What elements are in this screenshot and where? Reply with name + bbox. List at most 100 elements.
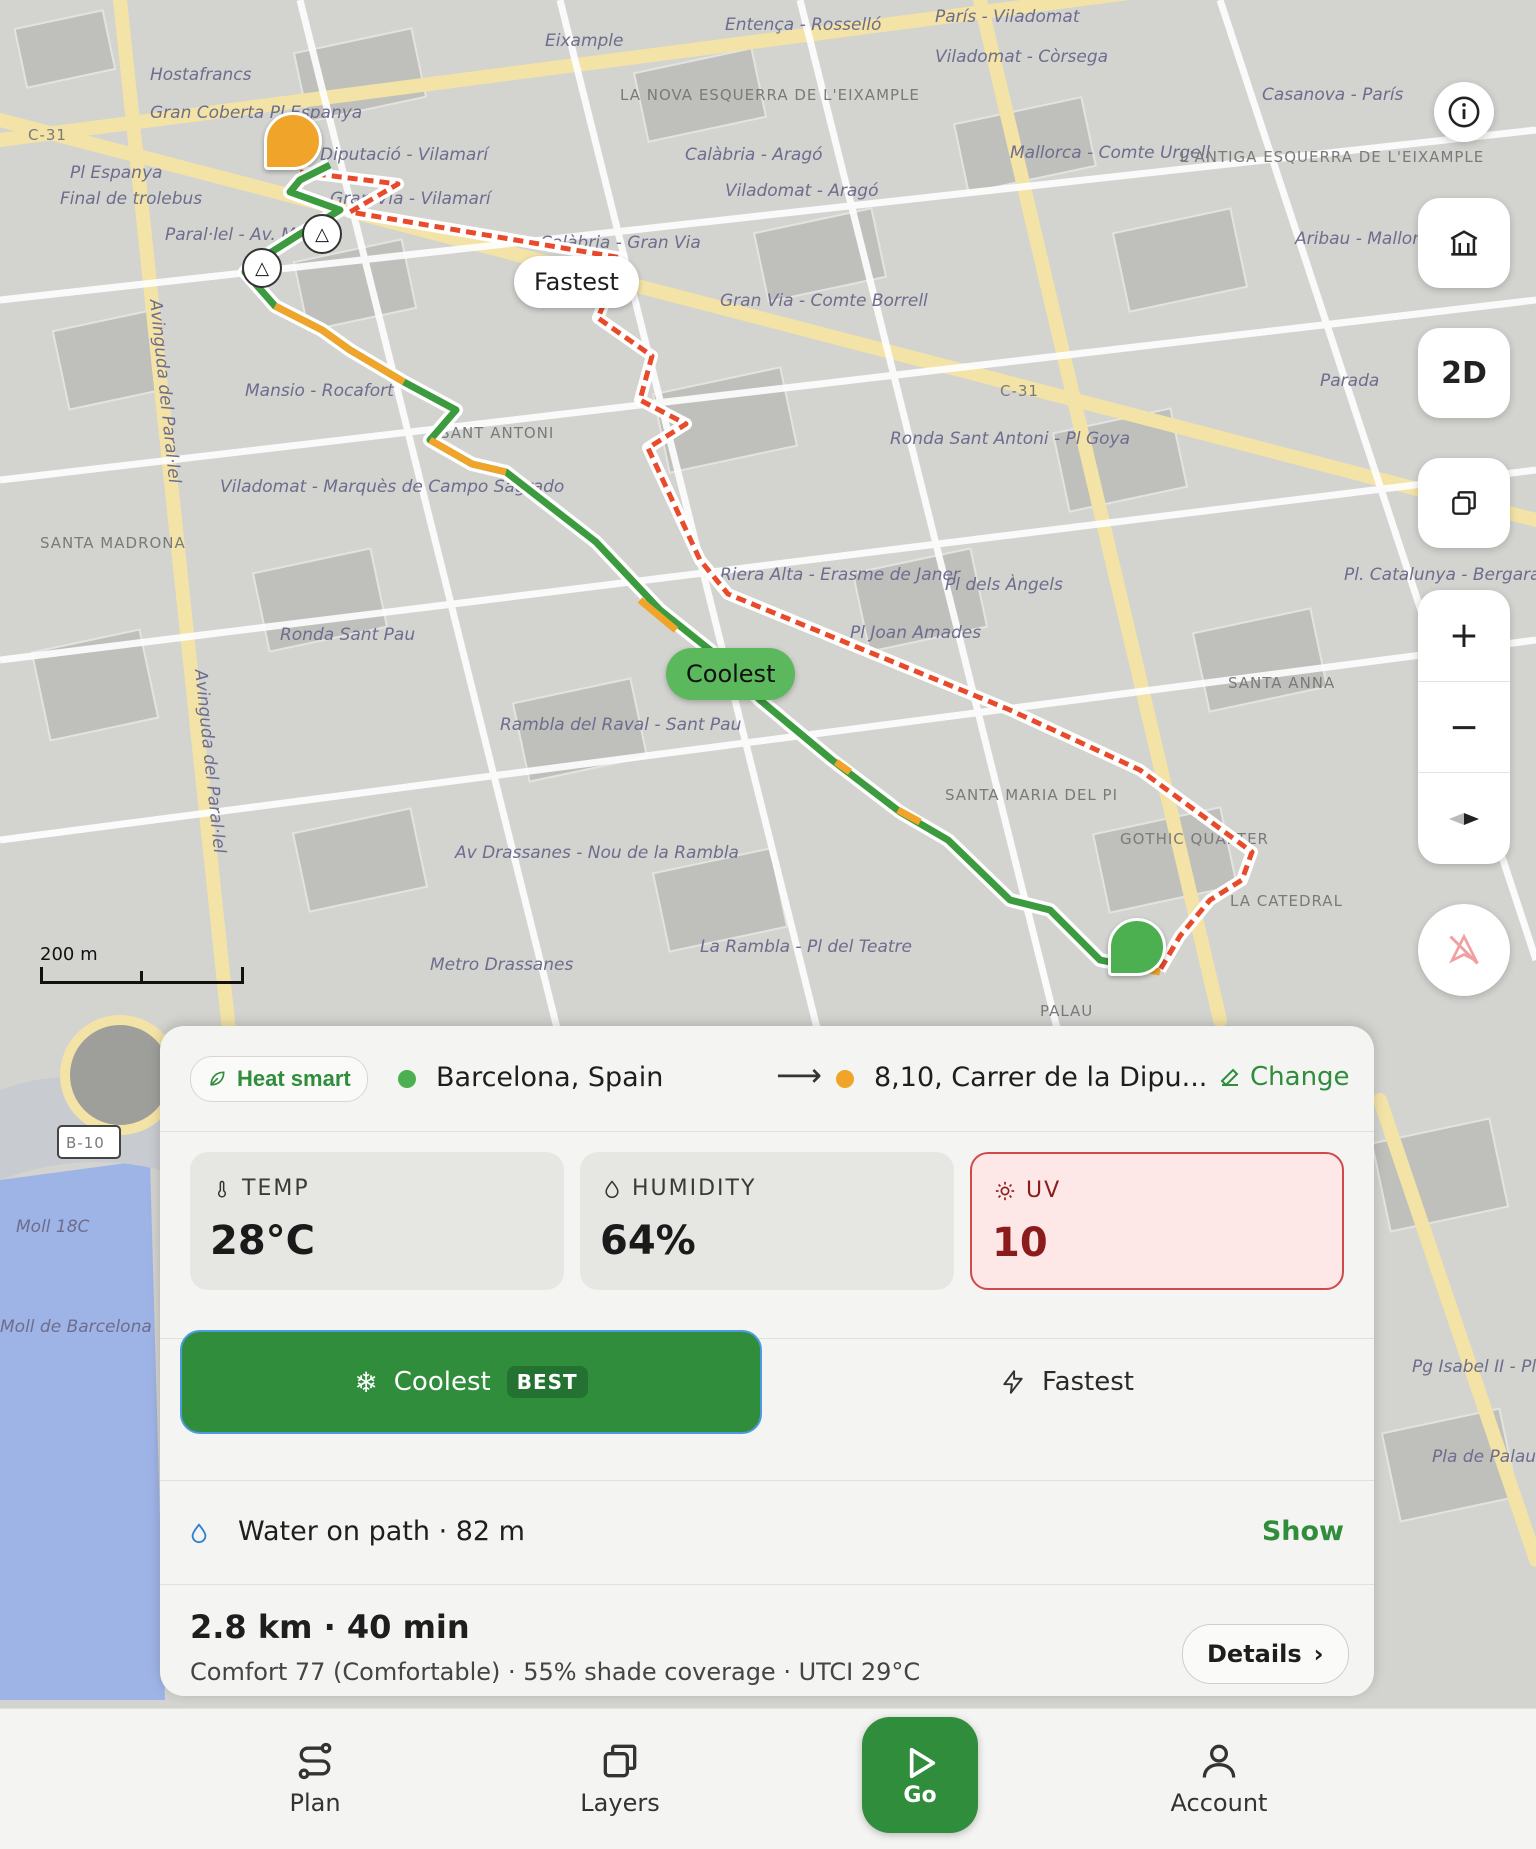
label-eixample: Eixample [545,31,623,51]
locate-button[interactable] [1418,904,1510,996]
water-text: Water on path · 82 m [238,1516,525,1547]
heat-smart-chip[interactable]: Heat smart [190,1056,368,1102]
label-santa-anna: SANTA ANNA [1228,674,1335,692]
warning-marker-icon[interactable]: △ [302,214,342,254]
label-ronda-pau: Ronda Sant Pau [280,625,415,645]
label-calabria-arago: Calàbria - Aragó [685,145,823,165]
route-distance-time: 2.8 km · 40 min [190,1608,470,1646]
nav-account-label: Account [1170,1789,1268,1817]
label-sant-antoni: SANT ANTONI [440,424,554,442]
info-button[interactable] [1434,82,1494,142]
label-pg-isabel: Pg Isabel II - Pla de Palau [1412,1357,1536,1377]
label-casanova: Casanova - París [1262,85,1404,105]
coolest-route-label[interactable]: Coolest [666,648,796,700]
label-pl-catalunya: Pl. Catalunya - Bergara [1344,565,1536,585]
scale-label: 200 m [40,944,98,965]
label-santa-madrona: SANTA MADRONA [40,534,186,552]
view-mode-button[interactable]: 2D [1418,328,1510,418]
minus-icon: − [1448,706,1480,748]
bottom-nav: Plan Layers Go Account [0,1708,1536,1849]
location-off-icon [1448,933,1480,965]
label-c31: C-31 [28,126,67,144]
zoom-in-button[interactable]: + [1418,590,1510,682]
arrow-right-icon: ⟶ [776,1057,822,1093]
route-comfort-detail: Comfort 77 (Comfortable) · 55% shade cov… [190,1658,921,1686]
change-button[interactable]: Change [1218,1062,1350,1092]
go-button[interactable]: Go [862,1717,978,1833]
label-hostafrancs: Hostafrancs [150,65,252,85]
compass-icon [1449,812,1479,825]
uv-value: 10 [992,1220,1048,1266]
start-pin[interactable] [264,112,322,170]
map-scale: 200 m [40,944,244,984]
building-icon [1450,230,1478,256]
temp-value: 28°C [210,1218,316,1264]
route-summary: 2.8 km · 40 min Comfort 77 (Comfortable)… [160,1584,1374,1696]
label-metro-drassanes: Metro Drassanes [430,955,573,975]
lightning-icon [1003,1370,1023,1394]
label-palau: PALAU [1040,1002,1093,1020]
chevron-right-icon: › [1313,1640,1324,1668]
label-riera-alta: Riera Alta - Erasme de Janer [720,565,961,585]
buildings-button[interactable] [1418,198,1510,288]
label-drassanes: Av Drassanes - Nou de la Rambla [454,843,739,863]
label-mansio: Mansio - Rocafort [245,381,395,401]
temp-label: TEMP [242,1176,310,1201]
nav-layers[interactable]: Layers [535,1739,705,1817]
water-row: Water on path · 82 m Show [160,1480,1374,1585]
label-santa-maria: SANTA MARIA DEL PI [945,786,1118,804]
origin-text[interactable]: Barcelona, Spain [436,1062,663,1093]
zoom-out-button[interactable]: − [1418,682,1510,774]
show-water-button[interactable]: Show [1262,1516,1344,1547]
warning-marker-icon[interactable]: △ [242,248,282,288]
change-label: Change [1250,1062,1350,1092]
end-pin[interactable] [1108,918,1166,976]
label-rambla-raval: Rambla del Raval - Sant Pau [500,715,742,735]
destination-text[interactable]: 8,10, Carrer de la Dipu... [874,1062,1207,1093]
water-drop-icon [191,1523,207,1544]
layers-toggle-button[interactable] [1418,458,1510,548]
nav-plan[interactable]: Plan [230,1739,400,1817]
details-label: Details [1207,1640,1302,1668]
go-label: Go [903,1782,937,1808]
coolest-option-label: Coolest [393,1367,491,1397]
label-entenca: Entença - Rosselló [725,15,881,35]
play-icon [909,1747,936,1778]
zoom-controls: + − [1418,590,1510,864]
label-viladomat-arago: Viladomat - Aragó [725,181,879,201]
humidity-value: 64% [600,1218,696,1264]
label-viladomat-corsega: Viladomat - Còrsega [935,47,1108,67]
leaf-icon [210,1071,225,1086]
label-angels: Pl dels Àngels [945,573,1063,595]
details-button[interactable]: Details › [1182,1624,1349,1684]
label-c31b: C-31 [1000,382,1039,400]
nav-account[interactable]: Account [1134,1739,1304,1817]
user-icon [1202,1744,1236,1778]
snowflake-icon: ❄ [354,1365,378,1399]
layers-icon [1452,491,1476,515]
best-badge: BEST [506,1366,588,1398]
label-placa-espanya: Pl Espanya [70,163,162,183]
view-mode-label: 2D [1441,355,1487,391]
uv-label: UV [1026,1178,1062,1203]
heat-smart-label: Heat smart [237,1066,351,1091]
fastest-option-label: Fastest [1042,1367,1134,1397]
compass-button[interactable] [1418,773,1510,864]
label-final-trolebus: Final de trolebus [60,189,202,209]
label-paris: París - Viladomat [935,7,1081,27]
label-b10: B-10 [66,1134,105,1152]
label-espanya-stop: Gran Coberta Pl Espanya [150,103,362,123]
temp-card: TEMP 28°C [190,1152,564,1290]
fastest-route-label[interactable]: Fastest [514,256,639,308]
fastest-option-button[interactable]: Fastest [780,1330,1354,1434]
label-moll-barcelona: Moll de Barcelona [0,1317,152,1337]
label-moll: Moll 18C [16,1217,90,1237]
coolest-option-button[interactable]: ❄ Coolest BEST [180,1330,762,1434]
label-la-rambla: La Rambla - Pl del Teatre [700,937,912,957]
label-parada: Parada [1320,371,1379,391]
label-ronda-antoni: Ronda Sant Antoni - Pl Goya [890,429,1130,449]
coolest-route-label-text: Coolest [686,660,776,688]
thermometer-icon [217,1180,227,1198]
destination-dot-icon [836,1070,854,1088]
nav-layers-label: Layers [580,1789,660,1817]
